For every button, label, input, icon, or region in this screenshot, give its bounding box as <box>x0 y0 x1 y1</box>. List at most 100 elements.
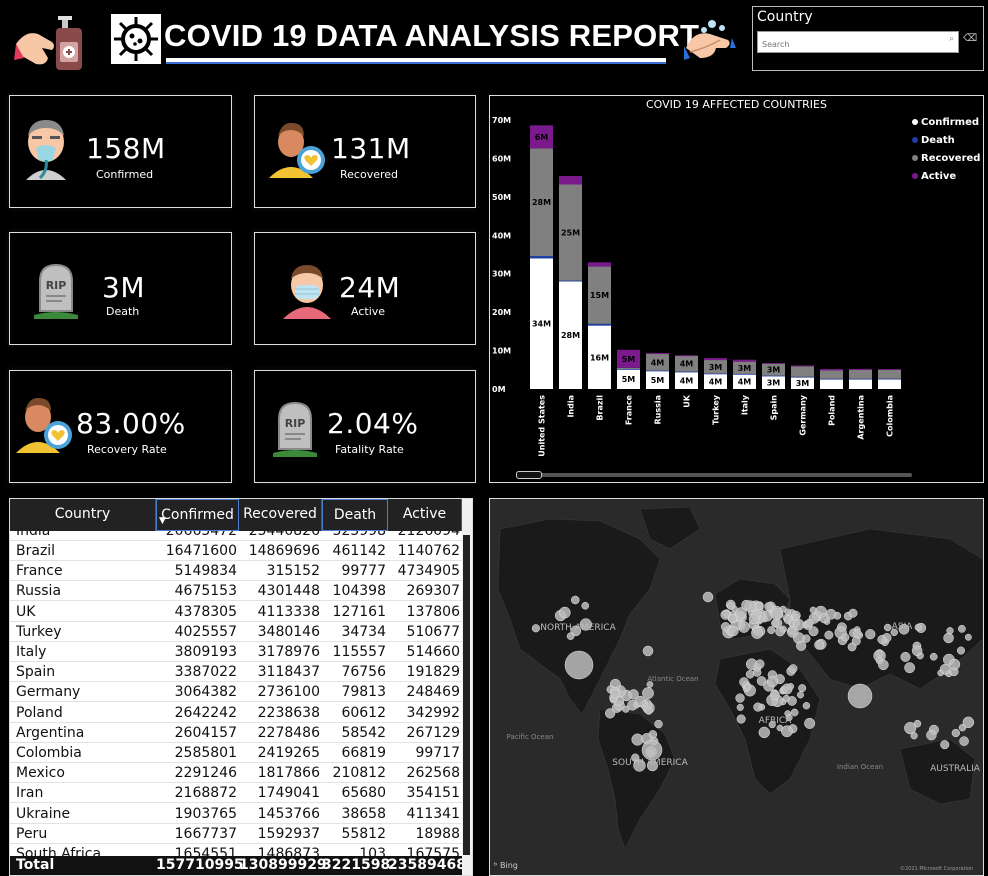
country-bubble[interactable] <box>848 608 858 618</box>
country-bubble[interactable] <box>851 636 861 646</box>
table-scrollbar[interactable] <box>462 499 472 875</box>
world-map[interactable]: NORTH AMERICA SOUTH AMERICA AFRICA ASIA … <box>489 498 984 876</box>
country-bubble[interactable] <box>736 714 746 724</box>
country-bubble[interactable] <box>728 613 738 623</box>
country-bubble[interactable] <box>531 624 540 633</box>
table-row[interactable]: Russia 4675153 4301448 104398 269307 <box>10 581 462 602</box>
country-bubble[interactable] <box>752 668 762 677</box>
country-bubble[interactable] <box>788 664 798 674</box>
country-bubble[interactable] <box>581 601 590 610</box>
country-bubble[interactable] <box>940 740 950 750</box>
country-bubble[interactable] <box>865 629 876 640</box>
country-bubble[interactable] <box>769 690 780 700</box>
column-header-country[interactable]: Country <box>10 499 156 531</box>
country-bubble[interactable] <box>610 688 620 699</box>
table-row[interactable]: Colombia 2585801 2419265 66819 99717 <box>10 743 462 763</box>
country-bubble[interactable] <box>775 626 785 637</box>
country-bubble[interactable] <box>770 608 783 621</box>
country-bubble[interactable] <box>767 626 776 635</box>
country-bubble[interactable] <box>766 675 779 688</box>
country-bubble[interactable] <box>910 732 918 740</box>
slicer-search-box[interactable]: ⌕ <box>757 31 959 54</box>
country-bubble[interactable] <box>751 627 763 639</box>
country-bubble[interactable] <box>948 658 961 671</box>
country-bubble[interactable] <box>758 726 770 739</box>
country-bubble[interactable] <box>644 706 653 715</box>
country-bubble[interactable] <box>726 602 735 610</box>
country-bubble[interactable] <box>744 683 752 691</box>
country-bubble[interactable] <box>814 639 825 650</box>
table-row[interactable]: Iran 2168872 1749041 65680 354151 <box>10 783 462 804</box>
country-bubble[interactable] <box>878 659 889 671</box>
country-bubble[interactable] <box>570 595 580 605</box>
slicer-search-input[interactable] <box>758 35 942 54</box>
country-bubble[interactable] <box>755 659 765 669</box>
country-bubble[interactable] <box>943 632 954 644</box>
country-bubble[interactable] <box>642 687 654 700</box>
clear-selection-icon[interactable]: ⌫ <box>963 33 977 44</box>
country-bubble[interactable] <box>771 619 780 628</box>
country-bubble[interactable] <box>642 645 654 657</box>
country-bubble[interactable] <box>702 591 714 603</box>
country-bubble[interactable] <box>748 613 760 625</box>
table-row[interactable]: Poland 2642242 2238638 60612 342992 <box>10 703 462 723</box>
country-bubble[interactable] <box>792 618 805 631</box>
country-bubble[interactable] <box>959 736 969 746</box>
country-bubble[interactable] <box>754 601 764 611</box>
country-bubble[interactable] <box>790 708 799 717</box>
table-scrollbar-thumb[interactable] <box>463 535 470 855</box>
country-bubble[interactable] <box>634 695 646 708</box>
country-bubble[interactable] <box>564 650 594 680</box>
table-row[interactable]: Ukraine 1903765 1453766 38658 411341 <box>10 804 462 824</box>
country-bubble[interactable] <box>804 717 816 729</box>
column-header-confirmed[interactable]: Confirmed ▼ <box>156 499 239 531</box>
sort-descending-icon[interactable]: ▼ <box>159 516 166 526</box>
country-bubble[interactable] <box>654 719 663 729</box>
country-bubble[interactable] <box>641 739 663 761</box>
country-bubble[interactable] <box>877 634 887 645</box>
country-bubble[interactable] <box>904 662 916 674</box>
country-bubble[interactable] <box>853 629 862 638</box>
country-bubble[interactable] <box>900 651 911 662</box>
table-row[interactable]: Mexico 2291246 1817866 210812 262568 <box>10 763 462 784</box>
country-bubble[interactable] <box>824 630 834 640</box>
country-bubble[interactable] <box>764 602 774 612</box>
country-bubble[interactable] <box>946 627 954 635</box>
chart-scrollbar-thumb[interactable] <box>516 471 542 479</box>
table-row[interactable]: France 5149834 315152 99777 4734905 <box>10 561 462 582</box>
country-bubble[interactable] <box>841 633 850 642</box>
table-row[interactable]: South Africa 1654551 1486873 103 167575 <box>10 844 462 856</box>
column-header-active[interactable]: Active <box>388 499 462 531</box>
country-bubble[interactable] <box>951 728 960 738</box>
country-bubble[interactable] <box>745 670 755 679</box>
country-bubble[interactable] <box>787 683 795 690</box>
country-bubble[interactable] <box>956 646 965 655</box>
table-row[interactable]: Brazil 16471600 14869696 461142 1140762 <box>10 541 462 561</box>
country-bubble[interactable] <box>929 652 938 661</box>
country-bubble[interactable] <box>825 608 837 620</box>
country-bubble[interactable] <box>782 694 790 702</box>
country-bubble[interactable] <box>805 618 814 628</box>
country-bubble[interactable] <box>911 645 923 657</box>
table-row[interactable]: UK 4378305 4113338 127161 137806 <box>10 602 462 622</box>
country-bubble[interactable] <box>937 669 944 677</box>
country-bubble[interactable] <box>808 626 819 637</box>
country-bubble[interactable] <box>558 606 571 619</box>
country-bubble[interactable] <box>802 702 811 710</box>
table-row[interactable]: Italy 3809193 3178976 115557 514660 <box>10 642 462 662</box>
table-row-partial[interactable]: India 20665472 25440826 325998 2126094 <box>10 531 462 541</box>
country-bubble[interactable] <box>958 624 966 633</box>
table-row[interactable]: Argentina 2604157 2278486 58542 267129 <box>10 723 462 743</box>
chart-scrollbar[interactable] <box>516 471 912 479</box>
column-header-recovered[interactable]: Recovered <box>239 499 322 531</box>
country-bubble[interactable] <box>735 693 745 703</box>
country-bubble[interactable] <box>883 623 892 632</box>
country-bubble[interactable] <box>605 708 616 719</box>
country-bubble[interactable] <box>847 683 873 709</box>
country-bubble[interactable] <box>798 684 807 693</box>
country-bubble[interactable] <box>796 691 804 699</box>
country-bubble[interactable] <box>796 640 807 651</box>
table-row[interactable]: Peru 1667737 1592937 55812 18988 <box>10 824 462 844</box>
table-row[interactable]: Spain 3387022 3118437 76756 191829 <box>10 662 462 683</box>
country-bubble[interactable] <box>741 599 752 610</box>
